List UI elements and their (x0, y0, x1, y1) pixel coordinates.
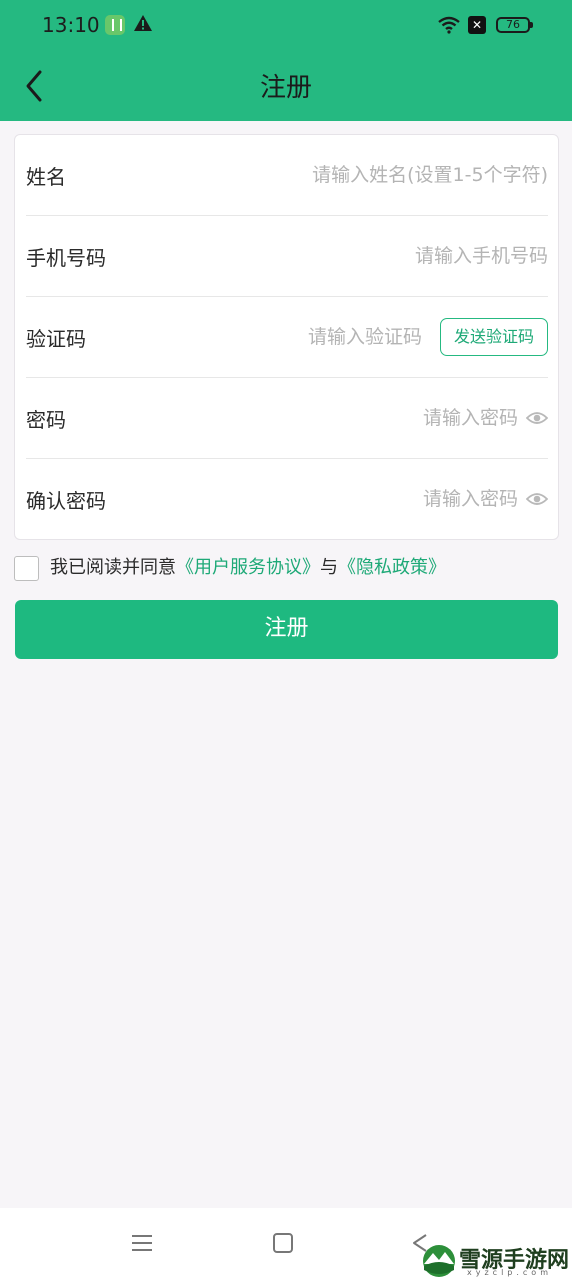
privacy-link[interactable]: 《隐私政策》 (338, 557, 446, 578)
agreement-joiner: 与 (320, 557, 338, 578)
eye-icon[interactable] (526, 408, 548, 428)
warning-icon (134, 15, 152, 31)
register-button[interactable]: 注册 (15, 600, 558, 659)
status-bar: 13:10 ✕ 76 (0, 0, 572, 52)
top-bar: 13:10 ✕ 76 注册 (0, 0, 572, 121)
name-row: 姓名 (26, 135, 548, 216)
confirm-password-label: 确认密码 (26, 489, 106, 513)
status-time: 13:10 (42, 13, 100, 37)
confirm-password-row: 确认密码 (26, 459, 548, 540)
home-icon[interactable] (273, 1233, 293, 1253)
name-input[interactable] (218, 159, 548, 191)
agreement-text: 我已阅读并同意《用户服务协议》与《隐私政策》 (50, 556, 446, 580)
agreement-row: 我已阅读并同意《用户服务协议》与《隐私政策》 (14, 556, 559, 582)
phone-row: 手机号码 (26, 216, 548, 297)
watermark: 雪源手游网 xyzclp.com (421, 1242, 571, 1280)
password-row: 密码 (26, 378, 548, 459)
register-form: 姓名 手机号码 验证码 发送验证码 密码 确认密码 (14, 134, 559, 540)
eye-icon[interactable] (526, 489, 548, 509)
password-input[interactable] (298, 402, 518, 434)
watermark-subtext: xyzclp.com (467, 1268, 552, 1277)
terms-link[interactable]: 《用户服务协议》 (176, 557, 320, 578)
send-code-button[interactable]: 发送验证码 (440, 318, 548, 356)
password-label: 密码 (26, 408, 66, 432)
page-title: 注册 (259, 73, 312, 103)
phone-label: 手机号码 (26, 246, 106, 270)
agreement-checkbox[interactable] (14, 556, 39, 581)
phone-input[interactable] (218, 240, 548, 272)
menu-icon[interactable] (131, 1232, 153, 1254)
battery-indicator: 76 (496, 17, 533, 33)
wifi-icon (438, 16, 460, 34)
code-input[interactable] (222, 321, 422, 353)
agreement-prefix: 我已阅读并同意 (50, 557, 176, 578)
code-row: 验证码 发送验证码 (26, 297, 548, 378)
confirm-password-input[interactable] (298, 483, 518, 515)
code-label: 验证码 (26, 327, 86, 351)
name-label: 姓名 (26, 165, 66, 189)
sim-icon: ✕ (468, 16, 486, 34)
watermark-logo-icon (423, 1245, 455, 1277)
app-notification-icon (105, 15, 125, 35)
